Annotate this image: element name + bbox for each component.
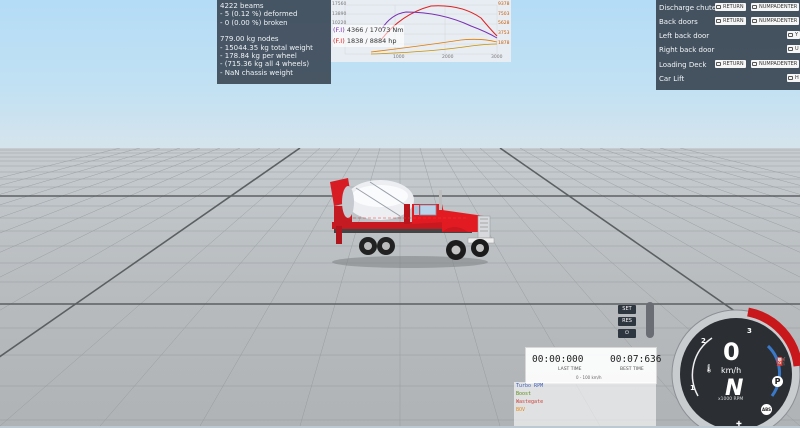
y-right-tick: 5628 [498, 21, 510, 26]
rpm-mark: 2 [701, 337, 706, 345]
key-binding[interactable]: NUMPADENTER [751, 3, 800, 11]
y-right-tick: 1878 [498, 41, 510, 46]
torque-curve-graph: 17560 13890 10220 9378 7503 5628 3753 18… [331, 0, 511, 62]
y-right-tick: 7503 [498, 12, 510, 17]
best-time-value: 00:07:636 [610, 354, 662, 365]
best-time-label: BEST TIME [620, 367, 644, 372]
cruise-speed-slider[interactable] [646, 302, 654, 338]
per-wheel-weight: - 178.84 kg per wheel [220, 52, 297, 61]
x-tick: 1000 [393, 55, 405, 60]
key-binding[interactable]: Y [787, 31, 800, 39]
control-right-back-door[interactable]: Right back door U [659, 44, 800, 56]
keyboard-icon [788, 76, 793, 80]
keyboard-icon [788, 33, 793, 37]
last-time-label: LAST TIME [558, 367, 582, 372]
vehicle-controls-panel: Discharge chute RETURN NUMPADENTER Back … [656, 0, 800, 90]
console-wastegate: Wastegate [516, 399, 544, 405]
power-legend-value: 1838 / 8884 hp [346, 37, 397, 45]
turbo-debug-console: Turbo RPM Boost Wastegate BOV [514, 382, 656, 426]
control-label: Car Lift [659, 75, 685, 83]
control-label: Loading Deck [659, 61, 707, 69]
keyboard-icon [716, 19, 721, 23]
chassis-weight: - NaN chassis weight [220, 68, 294, 77]
console-boost: Boost [516, 391, 532, 397]
y-right-tick: 9378 [498, 2, 510, 7]
control-back-doors[interactable]: Back doors RETURN NUMPADENTER [659, 16, 800, 28]
beams-deformed: - 5 (0.12 %) deformed [220, 10, 298, 19]
cruise-set-button[interactable]: SET [618, 305, 636, 314]
control-label: Left back door [659, 32, 710, 40]
rpm-mark: 3 [747, 327, 752, 335]
y-right-tick: 3753 [498, 31, 510, 36]
cruise-res-button[interactable]: RES [618, 317, 636, 326]
y-left-tick: 17560 [332, 2, 347, 7]
torque-legend-prefix: (F.I) [333, 26, 345, 34]
key-binding[interactable]: H [787, 74, 800, 82]
keyboard-icon [752, 62, 757, 66]
control-loading-deck[interactable]: Loading Deck RETURN NUMPADENTER [659, 59, 800, 71]
beams-count: 4222 beams [220, 2, 264, 10]
key-binding[interactable]: NUMPADENTER [751, 60, 800, 68]
speedometer-gauge: 1 2 3 0 km/h N x1000 RPM 🌡 ⛽ P ABS ✚ [668, 304, 800, 428]
node-weight: 779.00 kg nodes [220, 35, 279, 44]
beam-info-panel: 4222 beams - 5 (0.12 %) deformed - 0 (0.… [217, 0, 331, 84]
console-turbo-rpm: Turbo RPM [516, 383, 544, 389]
total-weight: - 15044.35 kg total weight [220, 43, 313, 52]
control-left-back-door[interactable]: Left back door Y [659, 30, 800, 42]
parking-brake-icon[interactable]: P [772, 376, 783, 387]
control-label: Discharge chute [659, 4, 717, 12]
key-binding[interactable]: RETURN [715, 3, 746, 11]
temperature-icon: 🌡 [704, 364, 715, 373]
abs-icon: ABS [761, 404, 772, 415]
fuel-icon: ⛽ [776, 357, 786, 366]
control-label: Right back door [659, 46, 715, 54]
wrench-icon: ✚ [736, 420, 742, 428]
speed-range-label: 0 - 100 km/h [576, 375, 602, 380]
key-binding[interactable]: U [787, 45, 800, 53]
graph-legend: (F.I) 4366 / 17073 Nm (F.I) 1838 / 8884 … [333, 25, 404, 47]
beams-broken: - 0 (0.00 %) broken [220, 18, 288, 27]
control-discharge-chute[interactable]: Discharge chute RETURN NUMPADENTER [659, 2, 800, 14]
y-left-tick: 13890 [332, 12, 347, 17]
x-tick: 2000 [442, 55, 454, 60]
all-wheels-weight: - (715.36 kg all 4 wheels) [220, 60, 310, 69]
power-legend-prefix: (F.I) [333, 37, 345, 45]
rpm-label: x1000 RPM [718, 397, 744, 402]
console-bov: BOV [516, 407, 526, 413]
cement-mixer-truck [330, 178, 495, 268]
keyboard-icon [752, 19, 757, 23]
last-time-value: 00:00:000 [532, 354, 584, 365]
rpm-mark: 1 [690, 384, 695, 392]
keyboard-icon [716, 62, 721, 66]
keyboard-icon [752, 5, 757, 9]
keyboard-icon [788, 47, 793, 51]
key-binding[interactable]: NUMPADENTER [751, 17, 800, 25]
keyboard-icon [716, 5, 721, 9]
control-car-lift[interactable]: Car Lift H [659, 73, 800, 85]
speed-unit: km/h [721, 366, 742, 375]
key-binding[interactable]: RETURN [715, 17, 746, 25]
cruise-off-button[interactable]: ⏻ [618, 329, 636, 338]
key-binding[interactable]: RETURN [715, 60, 746, 68]
speed-value: 0 [723, 338, 740, 366]
lap-timer: 00:00:000 00:07:636 LAST TIME BEST TIME … [525, 347, 661, 384]
x-tick: 3000 [491, 55, 503, 60]
torque-legend-value: 4366 / 17073 Nm [346, 26, 404, 34]
control-label: Back doors [659, 18, 698, 26]
